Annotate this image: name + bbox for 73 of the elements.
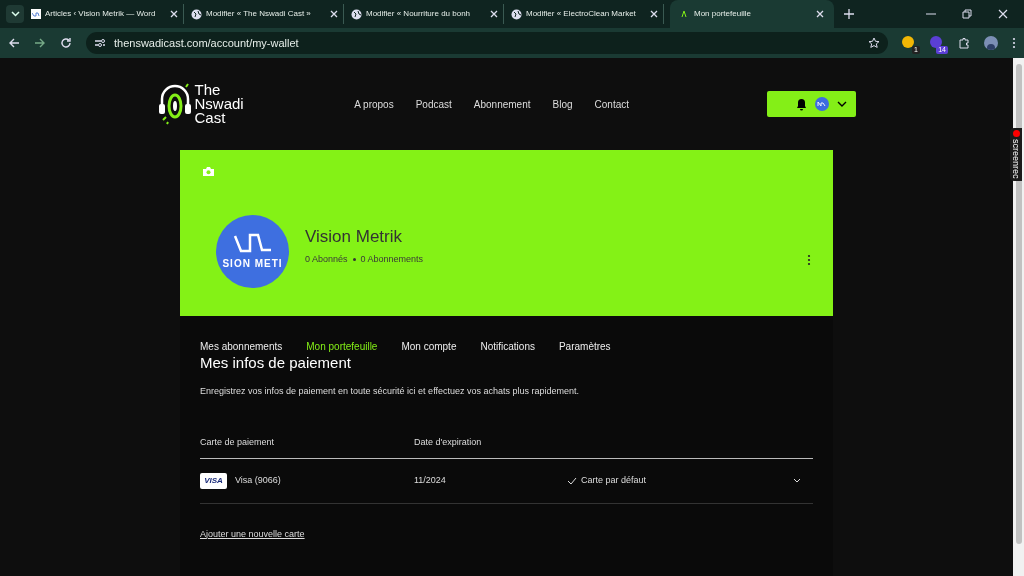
close-icon[interactable]	[330, 10, 338, 18]
globe-icon	[511, 8, 522, 20]
globe-icon	[191, 8, 202, 20]
section-title: Mes infos de paiement	[200, 354, 352, 372]
close-icon[interactable]	[170, 10, 178, 18]
account-tab[interactable]: Mes abonnements	[200, 339, 283, 354]
nav-link[interactable]: Blog	[552, 96, 573, 112]
tab-title: Articles ‹ Vision Metrik — Word	[45, 8, 157, 20]
new-tab-icon[interactable]	[844, 9, 854, 19]
tab-title: Modifier « ElectroClean Market	[526, 8, 637, 20]
logo-text: The	[194, 83, 222, 97]
card-brand-logo: VISA	[200, 472, 227, 489]
nav-link[interactable]: A propos	[354, 96, 394, 112]
avatar-logo-text: SION METI	[222, 257, 283, 271]
restore-icon[interactable]	[962, 9, 972, 19]
chevron-down-icon	[10, 11, 20, 17]
column-header: Carte de paiement	[200, 436, 276, 450]
close-icon[interactable]	[490, 10, 498, 18]
menu-icon[interactable]	[1012, 37, 1016, 49]
browser-tab[interactable]: Articles ‹ Vision Metrik — Word	[26, 4, 184, 24]
bell-icon	[796, 97, 808, 111]
browser-tab[interactable]: Mon portefeuille	[670, 0, 834, 28]
account-tab[interactable]: Mon compte	[401, 339, 457, 354]
logo-text: Nswadi	[194, 97, 244, 111]
back-icon[interactable]	[8, 37, 20, 49]
chevron-down-icon[interactable]	[793, 478, 801, 483]
browser-tab[interactable]: Modifier « Nourriture du bonh	[346, 4, 504, 24]
section-description: Enregistrez vos infos de paiement en toute sécurité ici et effectuez vos achats plus rapidement.	[200, 385, 581, 398]
card-expiry: 11/2024	[414, 473, 447, 487]
url-text: thenswadicast.com/account/my-wallet	[114, 35, 300, 51]
tab-title: Modifier « Nourriture du bonh	[366, 8, 472, 20]
add-card-link[interactable]: Ajouter une nouvelle carte	[200, 527, 305, 541]
forward-icon[interactable]	[34, 37, 46, 49]
chevron-down-icon	[837, 101, 848, 107]
nav-link[interactable]: Abonnement	[473, 96, 531, 112]
site-favicon-icon	[680, 10, 688, 18]
profile-name: Vision Metrik	[305, 226, 403, 247]
browser-tab[interactable]: Modifier « The Nswadi Cast »	[186, 4, 344, 24]
close-icon[interactable]	[650, 10, 658, 18]
headphones-logo-icon	[156, 82, 193, 126]
account-tab[interactable]: Mon portefeuille	[306, 339, 378, 354]
tab-title: Modifier « The Nswadi Cast »	[206, 8, 312, 20]
nav-link[interactable]: Podcast	[415, 96, 452, 112]
reload-icon[interactable]	[60, 37, 72, 49]
tab-search-button[interactable]	[6, 5, 24, 23]
bookmark-star-icon[interactable]	[868, 37, 880, 49]
site-favicon-icon	[31, 9, 41, 19]
address-bar[interactable]: thenswadicast.com/account/my-wallet	[86, 32, 888, 54]
site-logo[interactable]: The Nswadi Cast	[156, 82, 244, 126]
card-name: Visa (9066)	[235, 473, 281, 487]
close-icon[interactable]	[998, 9, 1008, 19]
globe-icon	[351, 8, 362, 20]
site-settings-icon[interactable]	[94, 38, 106, 48]
screenrec-badge[interactable]: screenrec	[1010, 128, 1022, 181]
logo-text: Cast	[194, 111, 227, 125]
extension-icon[interactable]	[902, 36, 914, 48]
extensions-icon[interactable]	[958, 37, 970, 49]
tab-title: Mon portefeuille	[694, 8, 752, 20]
account-tab[interactable]: Notifications	[480, 339, 535, 354]
account-tab[interactable]: Paramètres	[558, 339, 611, 354]
default-card-label: Carte par défaut	[581, 473, 647, 487]
more-options-icon[interactable]	[807, 254, 811, 266]
profile-avatar[interactable]	[984, 36, 998, 50]
browser-tab[interactable]: Modifier « ElectroClean Market	[506, 4, 664, 24]
wave-logo-icon	[232, 232, 273, 254]
scrollbar[interactable]	[1013, 58, 1024, 576]
followers-count[interactable]: 0 Abonnés	[305, 252, 348, 266]
column-header: Date d'expiration	[414, 436, 483, 450]
close-icon[interactable]	[816, 10, 824, 18]
account-menu-button[interactable]	[767, 91, 857, 117]
user-avatar	[815, 97, 830, 111]
nav-link[interactable]: Contact	[594, 96, 629, 112]
following-count[interactable]: 0 Abonnements	[360, 252, 424, 266]
